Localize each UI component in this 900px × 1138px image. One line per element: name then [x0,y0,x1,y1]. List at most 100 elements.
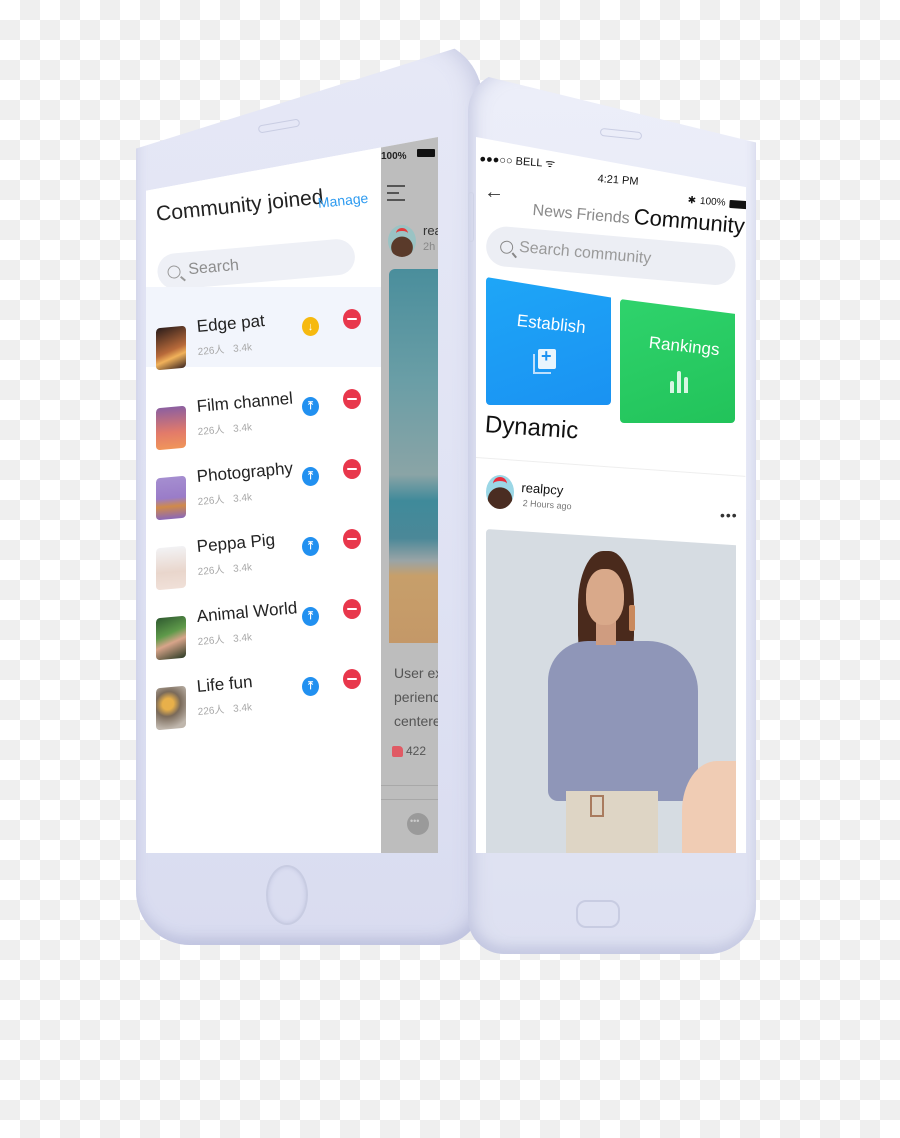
community-item[interactable]: Life fun 226人 3.4k ⤒ [146,647,381,731]
left-phone-screen: Community joined Manage Edge pat 226人 3.… [146,137,438,853]
photo-skirt [566,791,658,853]
remove-icon[interactable] [343,669,361,689]
avatar [388,225,416,257]
community-name: Edge pat [196,311,266,336]
photo-earring [629,605,635,631]
status-time: 4:21 PM [597,173,639,188]
drawer-title: Community joined [155,185,325,226]
rankings-button[interactable]: Rankings [620,299,735,423]
speaker-grille [599,127,643,141]
home-button[interactable] [576,900,620,928]
pin-to-top-icon[interactable]: ⤒ [302,467,319,486]
community-search-input[interactable] [518,238,720,275]
community-item[interactable]: Animal World 226人 3.4k ⤒ [146,577,381,661]
member-count: 226人 [197,634,225,648]
community-name: Animal World [196,598,299,626]
bluetooth-icon: ✱ [687,195,697,207]
establish-button[interactable]: Establish [486,277,611,405]
right-phone-screen: ●●●○○ BELL ᯤ 4:21 PM ✱ 100% ← News Frien… [476,137,746,853]
dimmed-feed[interactable]: 100% rea 2h User ex perience centered 42… [381,137,438,853]
post-count: 3.4k [232,702,253,715]
post-count: 3.4k [232,422,253,435]
community-thumbnail [156,325,186,371]
drawer-search-field[interactable] [156,237,357,291]
pin-to-top-icon[interactable]: ⤒ [302,607,319,626]
community-drawer: Community joined Manage Edge pat 226人 3.… [146,137,381,853]
battery-icon [417,149,435,157]
pin-to-top-icon[interactable]: ⤒ [302,397,319,416]
member-count: 226人 [197,704,225,718]
post-username[interactable]: realpcy [521,480,564,498]
community-name: Film channel [196,388,294,416]
wifi-icon: ᯤ [544,157,556,171]
pin-to-top-icon[interactable]: ⤒ [302,677,319,696]
remove-icon[interactable] [343,309,361,329]
establish-label: Establish [516,311,587,338]
divider [381,799,438,800]
community-thumbnail [156,685,186,731]
community-meta: 226人 3.4k [197,558,252,578]
search-icon [166,264,182,279]
battery-percent: 100% [699,195,726,209]
post-count: 3.4k [232,562,253,575]
avatar[interactable] [486,475,514,509]
status-battery-text: 100% [381,151,407,162]
post-time: 2 Hours ago [522,498,572,512]
comment-icon[interactable] [407,813,429,835]
community-list: Edge pat 226人 3.4k ↓ Film channel 226人 3… [146,287,381,731]
side-button [468,192,474,242]
pin-to-top-icon[interactable]: ⤒ [302,537,319,556]
tab-community[interactable]: Community [633,204,746,240]
carrier-text: ●●●○○ BELL [479,152,543,170]
community-item[interactable]: Peppa Pig 226人 3.4k ⤒ [146,507,381,591]
post-image[interactable] [486,529,736,853]
download-icon[interactable]: ↓ [302,317,319,336]
menu-icon[interactable] [387,185,405,206]
remove-icon[interactable] [343,459,361,479]
community-meta: 226人 3.4k [197,488,252,508]
post-count: 3.4k [232,342,253,355]
bar-chart-icon [670,369,688,393]
more-options-icon[interactable]: ••• [720,507,738,523]
caption-line: perience [394,689,438,705]
community-name: Peppa Pig [196,530,276,556]
thumbs-up-icon [392,745,403,757]
community-item[interactable]: Photography 226人 3.4k ⤒ [146,437,381,521]
battery-icon [729,199,746,209]
member-count: 226人 [197,564,225,578]
community-meta: 226人 3.4k [197,338,252,358]
photo-belt [590,795,604,817]
photo-face [586,569,624,625]
community-meta: 226人 3.4k [197,628,252,648]
tab-friends[interactable]: Friends [576,206,631,229]
member-count: 226人 [197,424,225,438]
remove-icon[interactable] [343,529,361,549]
manage-link[interactable]: Manage [317,190,369,211]
divider [381,785,438,786]
post-time: 2h [423,241,436,253]
like-button[interactable]: 422 [392,744,426,758]
status-battery: ✱ 100% [687,195,746,210]
back-arrow-icon[interactable]: ← [484,181,504,204]
post-caption: User ex perience centered [394,661,438,733]
remove-icon[interactable] [343,389,361,409]
post-username: rea [423,223,438,238]
caption-line: centered [394,713,438,729]
community-meta: 226人 3.4k [197,698,252,718]
community-meta: 226人 3.4k [197,418,252,438]
community-item[interactable]: Film channel 226人 3.4k ⤒ [146,367,381,451]
post-count: 3.4k [232,492,253,505]
community-item[interactable]: Edge pat 226人 3.4k ↓ [146,287,381,371]
member-count: 226人 [197,494,225,508]
tab-news[interactable]: News [532,202,573,223]
remove-icon[interactable] [343,599,361,619]
drawer-search-input[interactable] [187,248,339,280]
member-count: 226人 [197,344,225,358]
divider [476,457,746,477]
section-title-dynamic: Dynamic [484,411,580,445]
caption-line: User ex [394,665,438,681]
home-button[interactable] [266,865,308,925]
photo-sweater [548,641,698,801]
carrier-signal: ●●●○○ BELL ᯤ [479,151,556,171]
add-community-icon [533,346,556,374]
